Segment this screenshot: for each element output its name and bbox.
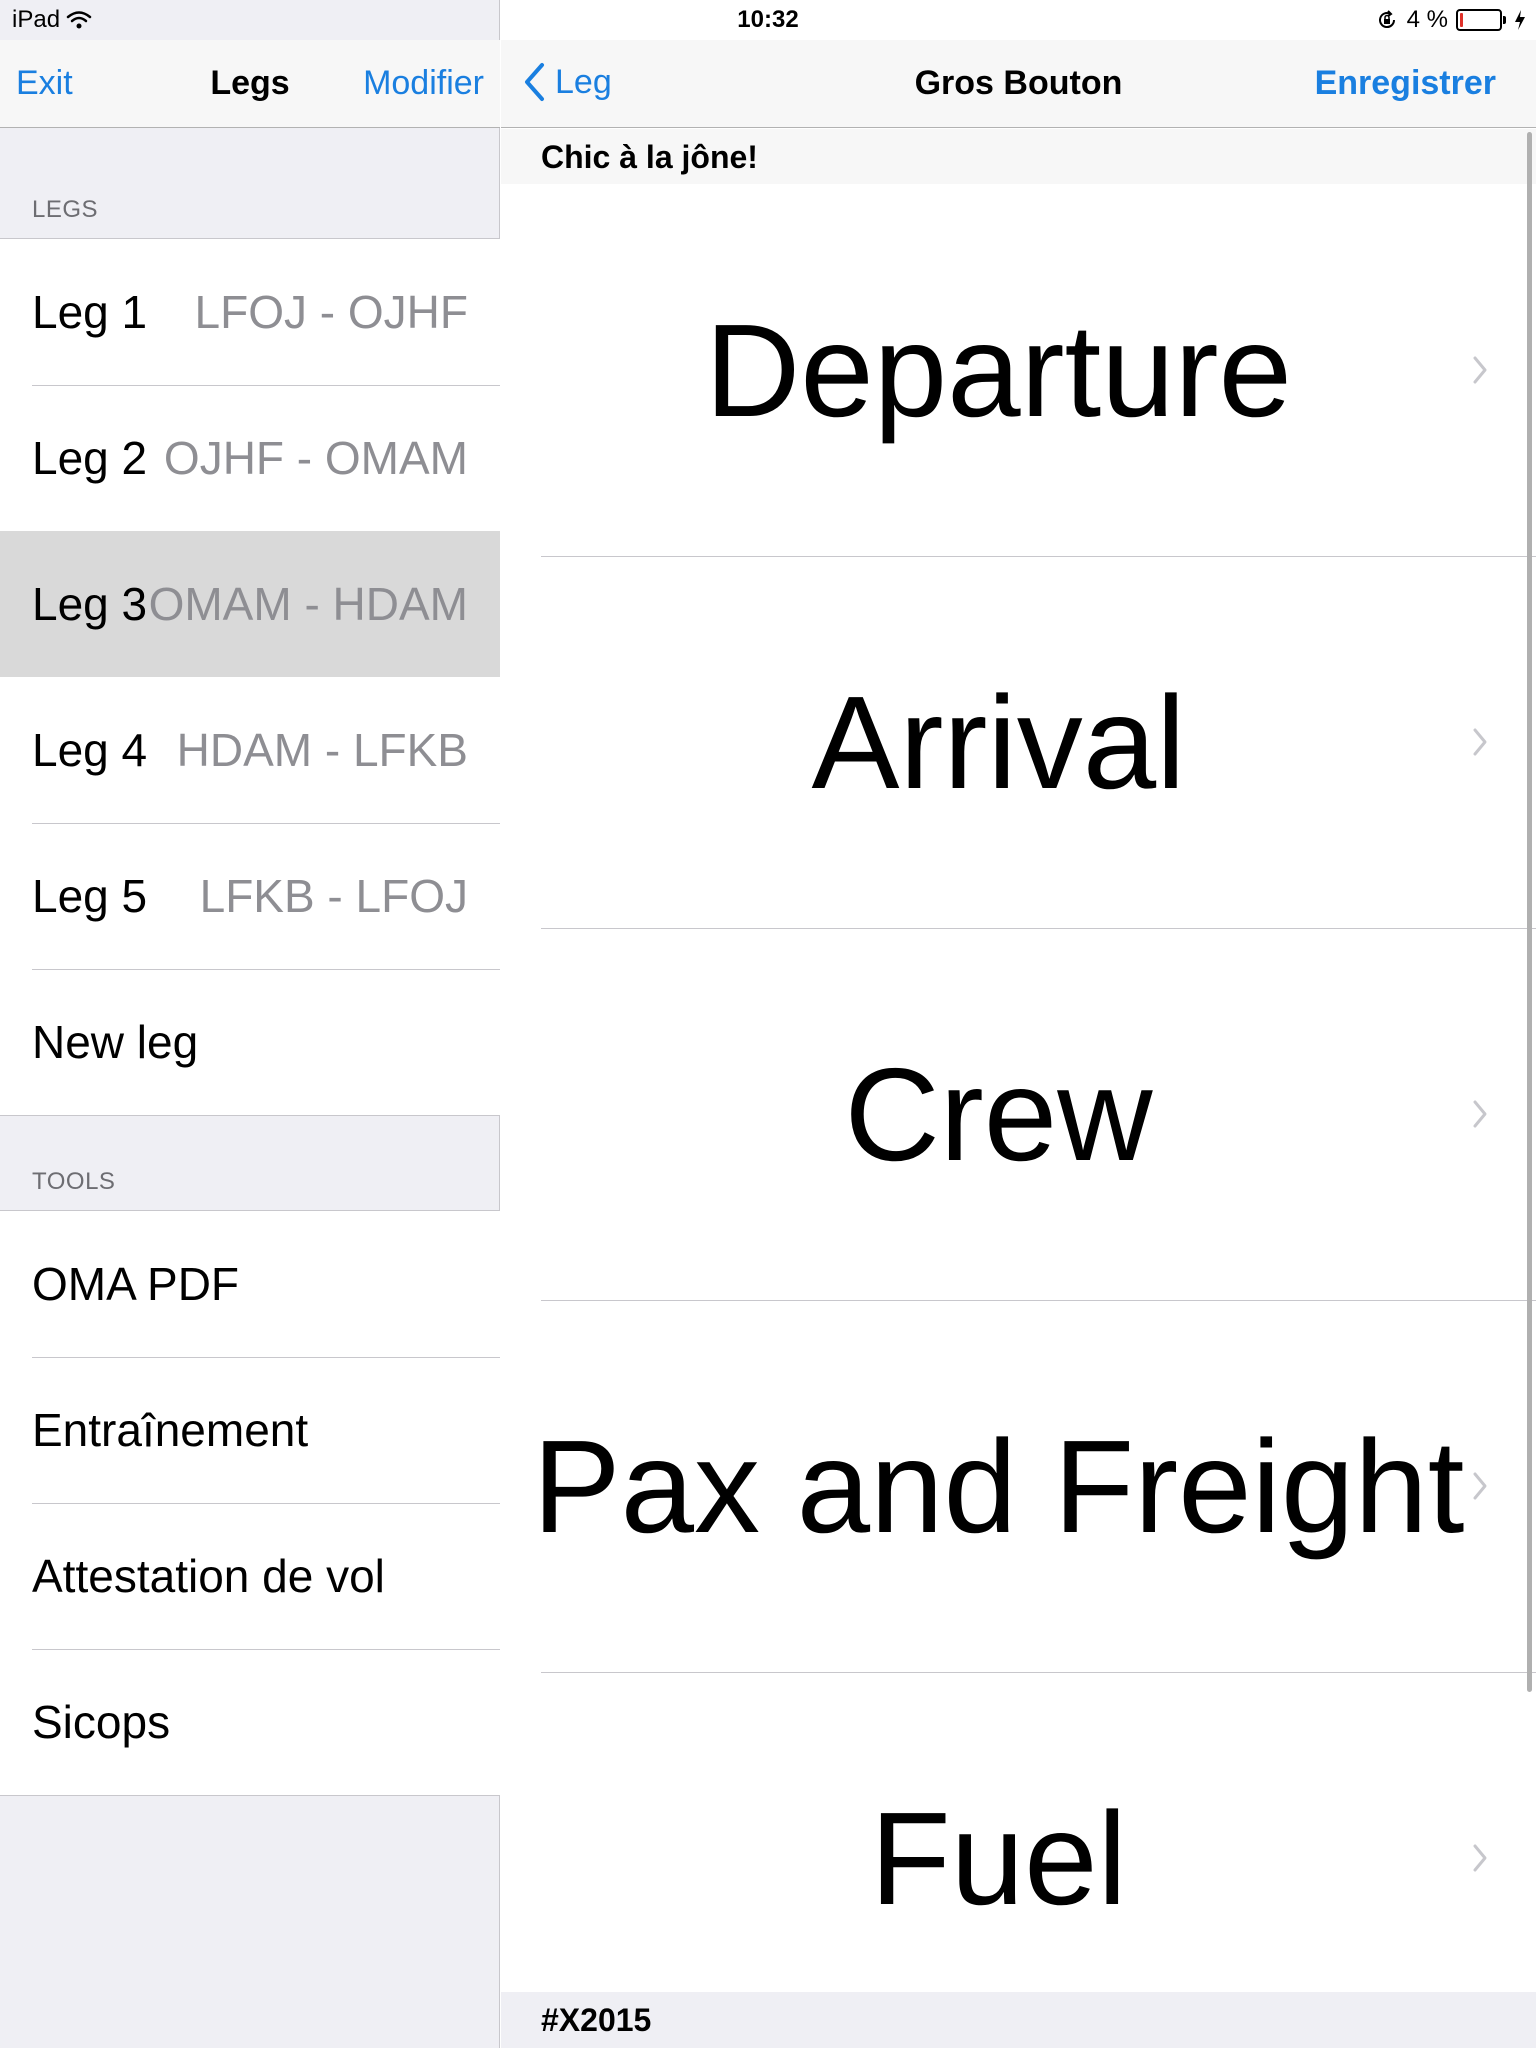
chevron-right-icon: [1473, 1100, 1487, 1128]
status-time: 10:32: [737, 6, 799, 33]
chevron-right-icon: [1473, 356, 1487, 384]
leg-route: OMAM - HDAM: [148, 578, 468, 630]
leg-name: Leg 3: [32, 578, 148, 630]
detail-navbar: Leg Gros Bouton Enregistrer: [501, 40, 1536, 128]
leg-route: LFKB - LFOJ: [199, 870, 468, 922]
big-button-list: Departure Arrival Crew Pax and Freight F…: [501, 184, 1536, 2044]
leg-item-4[interactable]: Leg 4 HDAM - LFKB: [0, 677, 500, 823]
tool-label: Attestation de vol: [32, 1550, 385, 1602]
row-departure[interactable]: Departure: [501, 184, 1536, 556]
battery-percent: 4 %: [1406, 6, 1448, 33]
section-header: Chic à la jône!: [501, 129, 1536, 184]
battery-level: [1460, 13, 1463, 27]
legs-list: Leg 1 LFOJ - OJHF Leg 2 OJHF - OMAM Leg …: [0, 238, 500, 1116]
new-leg-label: New leg: [32, 1016, 199, 1068]
leg-item-2[interactable]: Leg 2 OJHF - OMAM: [0, 385, 500, 531]
row-label: Fuel: [870, 1784, 1127, 1932]
row-fuel[interactable]: Fuel: [501, 1672, 1536, 2044]
section-footer: #X2015: [501, 1992, 1536, 2048]
row-label: Crew: [844, 1040, 1153, 1188]
master-navbar: Exit Legs Modifier: [0, 40, 500, 128]
section-header-label: Chic à la jône!: [541, 139, 758, 175]
row-label: Departure: [705, 296, 1292, 444]
tool-item-sicops[interactable]: Sicops: [0, 1649, 500, 1795]
tool-item-training[interactable]: Entraînement: [0, 1357, 500, 1503]
status-bar: iPad 10:32 4 %: [0, 0, 1536, 40]
leg-name: Leg 5: [32, 870, 148, 922]
row-label: Pax and Freight: [532, 1412, 1465, 1560]
section-footer-label: #X2015: [541, 2002, 652, 2038]
modify-button[interactable]: Modifier: [363, 64, 484, 103]
tools-list: OMA PDF Entraînement Attestation de vol …: [0, 1210, 500, 1796]
row-arrival[interactable]: Arrival: [501, 556, 1536, 928]
tools-section-header: TOOLS: [32, 1168, 116, 1195]
tool-item-flight-certificate[interactable]: Attestation de vol: [0, 1503, 500, 1649]
leg-route: LFOJ - OJHF: [194, 286, 468, 338]
row-crew[interactable]: Crew: [501, 928, 1536, 1300]
leg-name: Leg 4: [32, 724, 148, 776]
row-pax-and-freight[interactable]: Pax and Freight: [501, 1300, 1536, 1672]
scroll-indicator[interactable]: [1527, 132, 1532, 1692]
tool-label: Entraînement: [32, 1404, 309, 1456]
chevron-right-icon: [1473, 1472, 1487, 1500]
tool-label: Sicops: [32, 1696, 171, 1748]
tool-label: OMA PDF: [32, 1258, 240, 1310]
master-panel: Exit Legs Modifier LEGS Leg 1 LFOJ - OJH…: [0, 0, 500, 2048]
leg-item-3[interactable]: Leg 3 OMAM - HDAM: [0, 531, 500, 677]
chevron-right-icon: [1473, 1844, 1487, 1872]
save-button[interactable]: Enregistrer: [1315, 64, 1496, 103]
leg-item-1[interactable]: Leg 1 LFOJ - OJHF: [0, 239, 500, 385]
charging-icon: [1515, 10, 1525, 30]
row-label: Arrival: [811, 668, 1186, 816]
leg-name: Leg 1: [32, 286, 148, 338]
legs-section-header: LEGS: [32, 196, 99, 223]
leg-item-5[interactable]: Leg 5 LFKB - LFOJ: [0, 823, 500, 969]
leg-name: Leg 2: [32, 432, 148, 484]
status-right: 4 %: [1375, 6, 1526, 34]
leg-route: OJHF - OMAM: [163, 432, 468, 484]
battery-icon: [1456, 9, 1506, 31]
leg-route: HDAM - LFKB: [176, 724, 468, 776]
rotation-lock-icon: [1378, 10, 1395, 29]
new-leg-item[interactable]: New leg: [0, 969, 500, 1115]
detail-panel: Leg Gros Bouton Enregistrer Chic à la jô…: [501, 0, 1536, 2048]
chevron-right-icon: [1473, 728, 1487, 756]
tool-item-oma-pdf[interactable]: OMA PDF: [0, 1211, 500, 1357]
